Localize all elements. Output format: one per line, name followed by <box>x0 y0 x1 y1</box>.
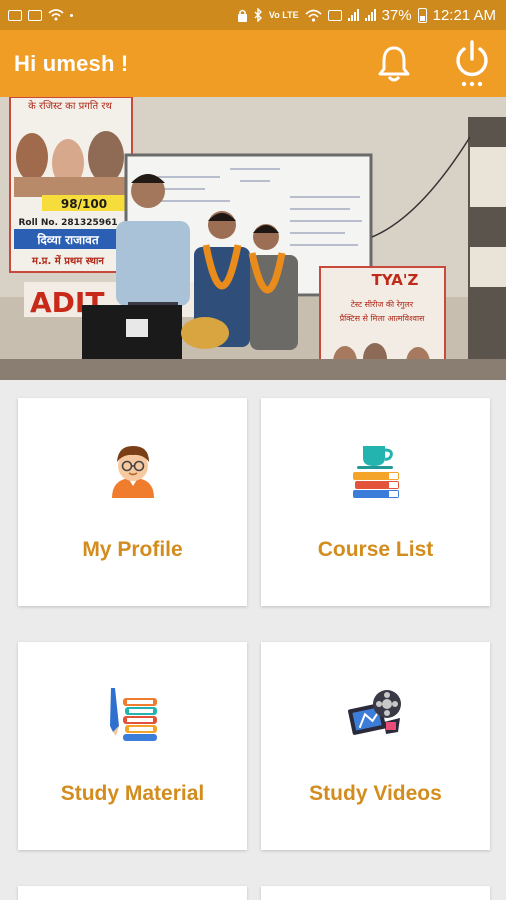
message-notification-icon <box>28 9 42 21</box>
bluetooth-icon <box>254 8 262 22</box>
app-bar: Hi umesh ! <box>0 30 506 97</box>
signal-2-icon <box>364 9 376 21</box>
battery-percent: 37% <box>381 6 412 24</box>
course-list-card[interactable]: Course List <box>261 398 490 606</box>
poster-roll: Roll No. 281325961 <box>18 218 117 228</box>
study-videos-card[interactable]: Study Videos <box>261 642 490 850</box>
gallery-notification-icon <box>8 9 22 21</box>
study-material-card[interactable]: Study Material <box>18 642 247 850</box>
signal-icon <box>347 9 359 21</box>
lock-icon <box>237 9 247 22</box>
greeting-title: Hi umesh ! <box>14 50 129 76</box>
wifi-icon <box>305 9 322 22</box>
clock: 12:21 AM <box>432 6 496 24</box>
course-list-label: Course List <box>317 538 434 561</box>
poster-name: दिव्या राजावत <box>36 233 100 247</box>
app-bar-actions <box>374 39 492 86</box>
battery-icon <box>417 7 427 23</box>
menu-grid: My Profile Course List Study Material St… <box>18 398 490 900</box>
poster-rank: म.प्र. में प्रथम स्थान <box>31 254 104 267</box>
status-left <box>8 9 73 21</box>
poster-score: 98/100 <box>61 197 107 211</box>
logout-button[interactable] <box>452 39 492 86</box>
status-bar: Vo LTE 37% 12:21 AM <box>0 0 506 30</box>
wifi-call-icon <box>48 9 64 21</box>
power-icon <box>456 39 488 86</box>
banner-photo: के रजिस्ट का प्रगति रथ 98/100 Roll No. 2… <box>0 97 506 380</box>
sign-right: TYA'Z <box>372 271 419 289</box>
sign-right-line1: टेस्ट सीरीज की रेगुलर <box>351 299 414 310</box>
person-teacher <box>116 221 190 306</box>
study-videos-label: Study Videos <box>309 782 442 805</box>
my-profile-label: My Profile <box>82 538 183 561</box>
menu-card-partial-right[interactable] <box>261 886 490 900</box>
menu-card-partial-left[interactable] <box>18 886 247 900</box>
my-profile-card[interactable]: My Profile <box>18 398 247 606</box>
student-avatar-icon <box>105 442 161 498</box>
poster-top-text: के रजिस्ट का प्रगति रथ <box>28 100 112 112</box>
books-pencil-icon <box>105 686 161 742</box>
sign-right-line2: प्रैक्टिस से मिला आत्मविश्वास <box>340 313 425 323</box>
banner-illustration: के रजिस्ट का प्रगति रथ 98/100 Roll No. 2… <box>0 97 506 380</box>
bell-icon <box>378 46 410 81</box>
status-right: Vo LTE 37% 12:21 AM <box>237 7 496 24</box>
study-material-label: Study Material <box>60 782 205 805</box>
data-saver-icon <box>327 9 342 21</box>
film-reel-icon <box>347 686 404 742</box>
volte-indicator: Vo LTE <box>268 9 299 20</box>
books-cup-icon <box>348 442 404 498</box>
more-notifications-dot <box>70 13 73 17</box>
notifications-button[interactable] <box>374 42 414 86</box>
